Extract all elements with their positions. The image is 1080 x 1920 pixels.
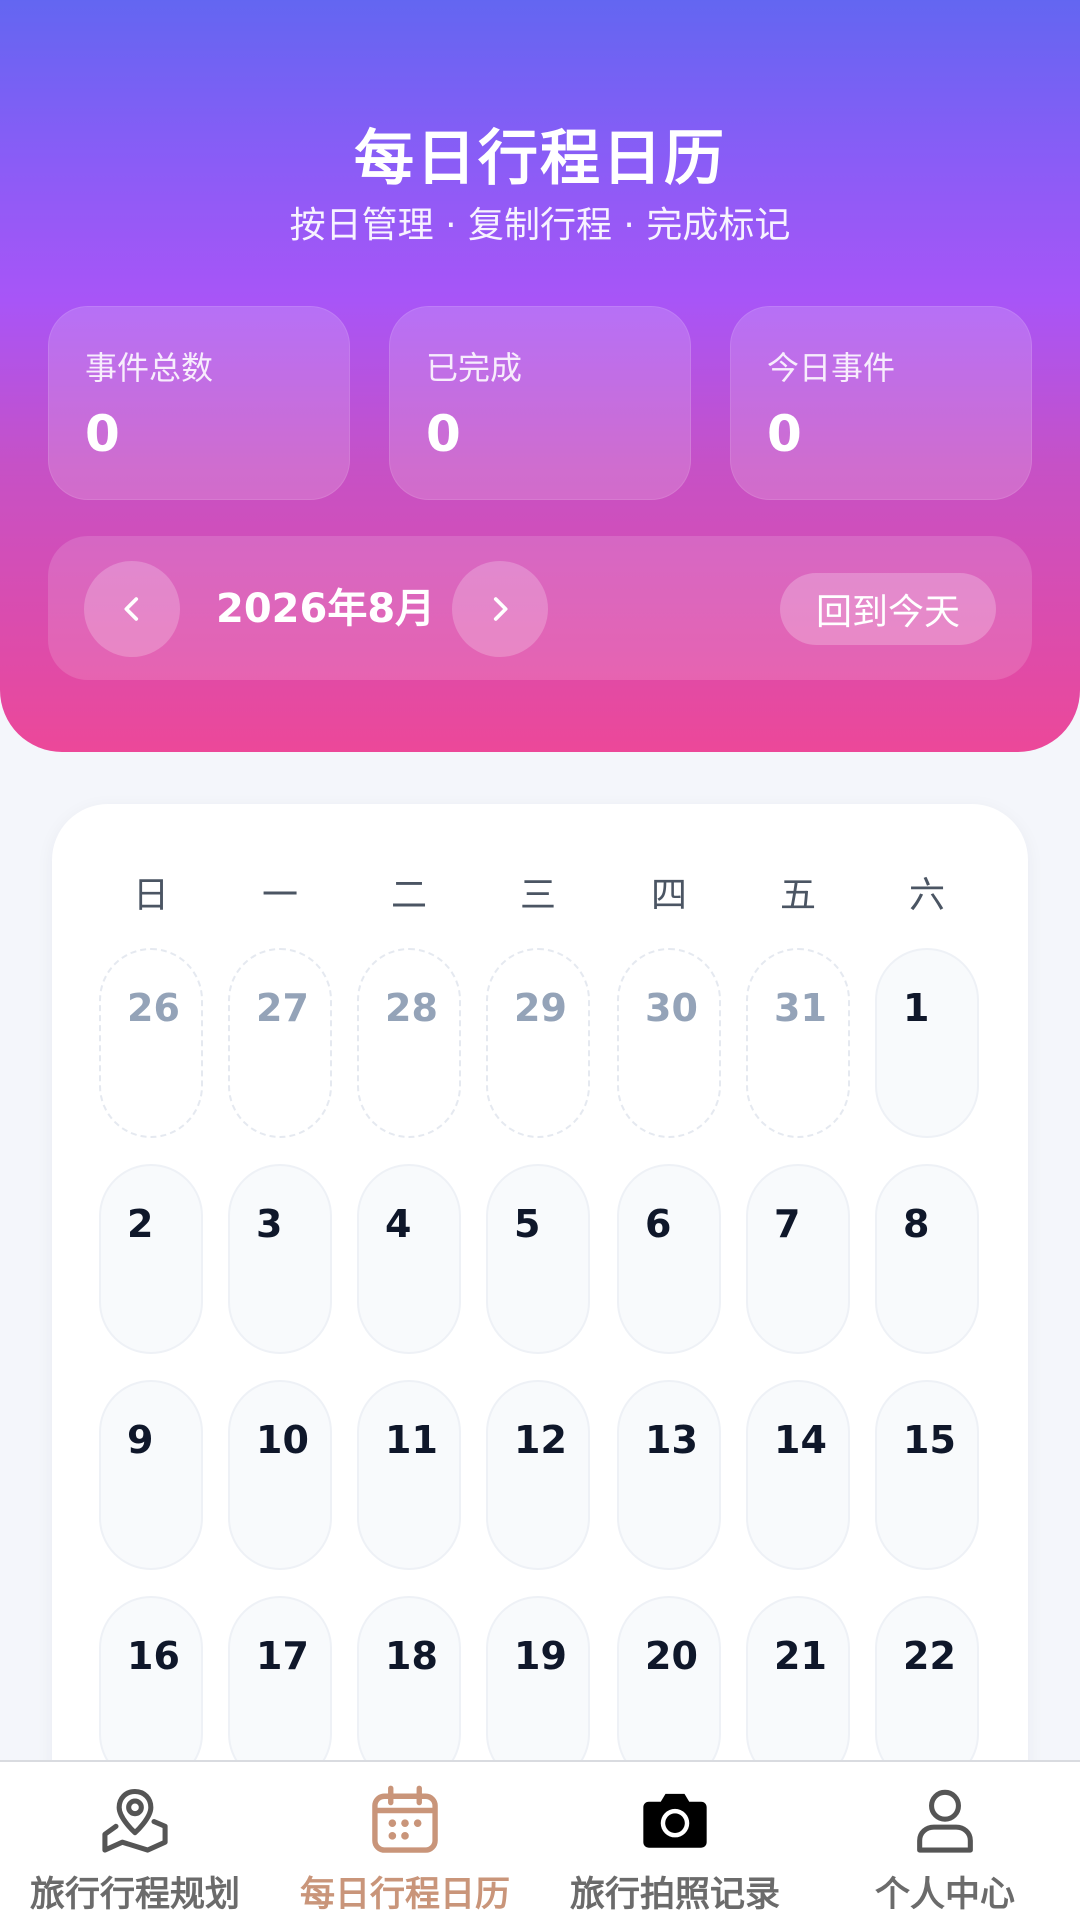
nav-label: 旅行拍照记录 bbox=[569, 1875, 780, 1915]
day-number: 14 bbox=[774, 1418, 827, 1462]
nav-item-photo-log[interactable]: 旅行拍照记录 bbox=[540, 1762, 810, 1920]
nav-item-profile[interactable]: 个人中心 bbox=[810, 1762, 1080, 1920]
day-number: 27 bbox=[256, 986, 309, 1030]
calendar-day-cell[interactable]: 6 bbox=[617, 1164, 721, 1354]
weekday-label: 六 bbox=[908, 875, 945, 916]
stat-card-completed: 已完成 0 bbox=[389, 306, 691, 500]
calendar-day-cell[interactable]: 16 bbox=[99, 1596, 203, 1786]
nav-label: 个人中心 bbox=[874, 1875, 1015, 1915]
calendar-day-cell[interactable]: 10 bbox=[228, 1380, 332, 1570]
calendar-day-cell[interactable]: 29 bbox=[486, 948, 590, 1138]
day-number: 21 bbox=[774, 1634, 827, 1678]
calendar-day-cell[interactable]: 13 bbox=[617, 1380, 721, 1570]
stat-card-total: 事件总数 0 bbox=[48, 306, 350, 500]
nav-label: 每日行程日历 bbox=[299, 1875, 510, 1915]
day-number: 12 bbox=[514, 1418, 567, 1462]
next-month-button[interactable] bbox=[452, 561, 548, 657]
chevron-left-icon bbox=[124, 597, 139, 621]
calendar-day-cell[interactable]: 14 bbox=[746, 1380, 850, 1570]
stat-label: 今日事件 bbox=[767, 349, 896, 387]
map-pin-icon bbox=[97, 1782, 173, 1858]
day-number: 20 bbox=[645, 1634, 698, 1678]
user-icon bbox=[907, 1782, 983, 1858]
calendar-day-cell[interactable]: 5 bbox=[486, 1164, 590, 1354]
nav-label: 旅行行程规划 bbox=[29, 1875, 240, 1915]
calendar-day-cell[interactable]: 18 bbox=[357, 1596, 461, 1786]
day-number: 22 bbox=[903, 1634, 956, 1678]
day-number: 19 bbox=[514, 1634, 567, 1678]
header: 每日行程日历 按日管理 · 复制行程 · 完成标记 事件总数 0 已完成 0 今… bbox=[0, 0, 1080, 752]
day-number: 7 bbox=[774, 1202, 801, 1246]
day-number: 15 bbox=[903, 1418, 956, 1462]
calendar-day-cell[interactable]: 4 bbox=[357, 1164, 461, 1354]
calendar-day-cell[interactable]: 11 bbox=[357, 1380, 461, 1570]
calendar-day-cell[interactable]: 7 bbox=[746, 1164, 850, 1354]
month-navigator: 2026年8月 回到今天 bbox=[48, 536, 1032, 680]
page-title: 每日行程日历 bbox=[354, 124, 726, 194]
calendar-icon bbox=[367, 1782, 443, 1858]
day-number: 29 bbox=[514, 986, 567, 1030]
calendar-day-cell[interactable]: 30 bbox=[617, 948, 721, 1138]
day-number: 1 bbox=[903, 986, 930, 1030]
weekday-label: 日 bbox=[132, 875, 169, 916]
day-number: 10 bbox=[256, 1418, 309, 1462]
weekday-label: 二 bbox=[390, 875, 427, 916]
prev-month-button[interactable] bbox=[84, 561, 180, 657]
day-number: 28 bbox=[385, 986, 438, 1030]
month-label: 2026年8月 bbox=[216, 586, 436, 632]
calendar-day-cell[interactable]: 28 bbox=[357, 948, 461, 1138]
bottom-nav: 旅行行程规划 每日行程日历 旅行拍照记录 个人中心 bbox=[0, 1760, 1080, 1920]
stat-card-today: 今日事件 0 bbox=[730, 306, 1032, 500]
calendar-day-cell[interactable]: 2 bbox=[99, 1164, 203, 1354]
nav-item-daily-calendar[interactable]: 每日行程日历 bbox=[270, 1762, 540, 1920]
stat-label: 已完成 bbox=[426, 349, 523, 387]
page-subtitle: 按日管理 · 复制行程 · 完成标记 bbox=[289, 205, 791, 246]
calendar-day-cell[interactable]: 22 bbox=[875, 1596, 979, 1786]
calendar-day-cell[interactable]: 1 bbox=[875, 948, 979, 1138]
calendar-day-cell[interactable]: 15 bbox=[875, 1380, 979, 1570]
day-number: 8 bbox=[903, 1202, 930, 1246]
calendar-day-cell[interactable]: 17 bbox=[228, 1596, 332, 1786]
nav-item-trip-planning[interactable]: 旅行行程规划 bbox=[0, 1762, 270, 1920]
calendar-day-cell[interactable]: 12 bbox=[486, 1380, 590, 1570]
calendar-day-cell[interactable]: 31 bbox=[746, 948, 850, 1138]
calendar-day-cell[interactable]: 3 bbox=[228, 1164, 332, 1354]
day-number: 6 bbox=[645, 1202, 672, 1246]
weekday-label: 四 bbox=[650, 875, 687, 916]
chevron-right-icon bbox=[493, 597, 508, 621]
day-number: 16 bbox=[127, 1634, 180, 1678]
weekday-label: 一 bbox=[261, 875, 298, 916]
stat-value: 0 bbox=[426, 405, 461, 463]
calendar-day-cell[interactable]: 26 bbox=[99, 948, 203, 1138]
stat-label: 事件总数 bbox=[85, 349, 214, 387]
calendar-day-cell[interactable]: 9 bbox=[99, 1380, 203, 1570]
day-number: 17 bbox=[256, 1634, 309, 1678]
day-number: 11 bbox=[385, 1418, 438, 1462]
page: 每日行程日历 按日管理 · 复制行程 · 完成标记 事件总数 0 已完成 0 今… bbox=[0, 0, 1080, 1920]
weekday-label: 三 bbox=[519, 875, 556, 916]
calendar-day-cell[interactable]: 20 bbox=[617, 1596, 721, 1786]
back-to-today-button[interactable]: 回到今天 bbox=[780, 573, 996, 645]
day-number: 4 bbox=[385, 1202, 412, 1246]
day-number: 9 bbox=[127, 1418, 154, 1462]
weekday-label: 五 bbox=[779, 875, 816, 916]
day-number: 2 bbox=[127, 1202, 154, 1246]
day-number: 18 bbox=[385, 1634, 438, 1678]
calendar-day-cell[interactable]: 27 bbox=[228, 948, 332, 1138]
camera-icon bbox=[637, 1782, 713, 1858]
calendar-day-cell[interactable]: 8 bbox=[875, 1164, 979, 1354]
calendar-day-cell[interactable]: 19 bbox=[486, 1596, 590, 1786]
stat-value: 0 bbox=[767, 405, 802, 463]
day-number: 13 bbox=[645, 1418, 698, 1462]
day-number: 31 bbox=[774, 986, 827, 1030]
day-number: 26 bbox=[127, 986, 180, 1030]
day-number: 30 bbox=[645, 986, 698, 1030]
calendar-card: 日一二三四五六 26 27 28 29 30 31 1 2 3 4 5 6 7 8 9 10 11 12 13 14 1… bbox=[52, 804, 1028, 1920]
day-number: 3 bbox=[256, 1202, 283, 1246]
stat-value: 0 bbox=[85, 405, 120, 463]
calendar-day-cell[interactable]: 21 bbox=[746, 1596, 850, 1786]
day-number: 5 bbox=[514, 1202, 541, 1246]
